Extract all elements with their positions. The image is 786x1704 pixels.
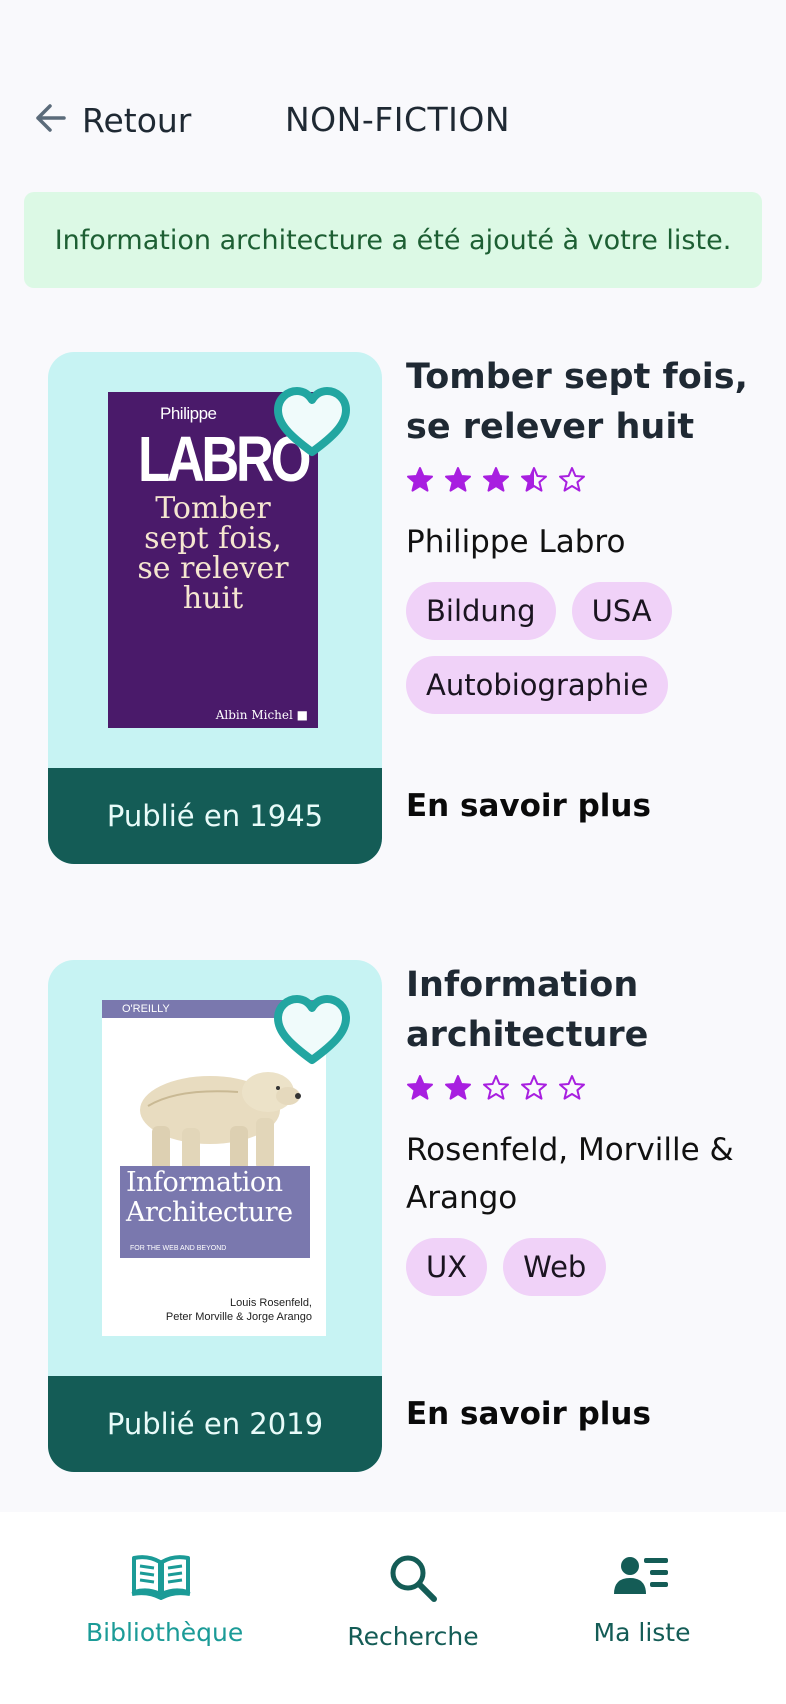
star-rating <box>406 1074 762 1108</box>
cover-subtitle: FOR THE WEB AND BEYOND <box>130 1245 227 1252</box>
heart-icon <box>270 995 354 1072</box>
star-empty-icon <box>520 1074 548 1108</box>
cover-title-line: Information <box>126 1167 283 1198</box>
star-full-icon <box>482 466 510 500</box>
heart-icon <box>270 387 354 464</box>
book-card: O'REILLY Information Architecture FOR TH… <box>48 960 762 1472</box>
nav-label: Recherche <box>347 1622 479 1651</box>
cover-title-line: se relever <box>137 551 289 586</box>
learn-more-link[interactable]: En savoir plus <box>406 788 651 824</box>
nav-label: Ma liste <box>593 1618 691 1647</box>
book-author: Philippe Labro <box>406 524 626 560</box>
tag-chip[interactable]: USA <box>571 582 672 640</box>
star-empty-icon <box>482 1074 510 1108</box>
tag-chip[interactable]: UX <box>406 1238 488 1296</box>
published-text: Publié en 2019 <box>106 1407 324 1441</box>
star-full-icon <box>406 1074 434 1108</box>
published-text: Publié en 1945 <box>106 799 324 833</box>
tag-list: UX Web <box>406 1238 746 1296</box>
book-info: Tomber sept fois, se relever huit Philip… <box>406 352 762 714</box>
cover-title: Tomber sept fois, se relever huit <box>108 494 318 614</box>
book-title: Tomber sept fois, se relever huit <box>406 357 748 447</box>
cover-area: Philippe LABRO Tomber sept fois, se rele… <box>48 352 382 768</box>
tag-chip[interactable]: Bildung <box>406 582 556 640</box>
cover-title-line: sept fois, <box>144 521 282 556</box>
tag-chip[interactable]: Web <box>503 1238 607 1296</box>
header: Retour NON-FICTION <box>0 92 786 148</box>
book-author: Rosenfeld, Morville & Arango <box>406 1132 734 1216</box>
cover-author-line: Peter Morville & Jorge Arango <box>165 1311 312 1323</box>
cover-title: Information Architecture <box>126 1168 293 1228</box>
star-full-icon <box>444 1074 472 1108</box>
book-info: Information architecture Rosenfeld, Morv… <box>406 960 762 1296</box>
notice-text: Information architecture a été ajouté à … <box>54 224 732 256</box>
page-title: NON-FICTION <box>285 100 511 139</box>
back-button[interactable]: Retour <box>28 92 191 148</box>
published-footer: Publié en 1945 <box>48 768 382 864</box>
cover-title-band: Information Architecture FOR THE WEB AND… <box>120 1166 310 1258</box>
user-list-icon <box>572 1552 712 1600</box>
star-full-icon <box>444 466 472 500</box>
book-open-icon <box>86 1552 236 1600</box>
cover-title-line: huit <box>182 581 244 616</box>
published-footer: Publié en 2019 <box>48 1376 382 1472</box>
nav-label: Bibliothèque <box>86 1618 244 1647</box>
star-empty-icon <box>558 1074 586 1108</box>
book-card: Philippe LABRO Tomber sept fois, se rele… <box>48 352 762 864</box>
arrow-left-icon <box>28 98 68 142</box>
tag-chip[interactable]: Autobiographie <box>406 656 669 714</box>
cover-publisher: Albin Michel ■ <box>215 708 308 722</box>
cover-authors: Louis Rosenfeld, Peter Morville & Jorge … <box>166 1296 312 1324</box>
nav-item-my-list[interactable]: Ma liste <box>572 1552 712 1647</box>
cover-author-line: Louis Rosenfeld, <box>230 1297 312 1309</box>
favorite-button[interactable] <box>270 382 354 460</box>
favorite-button[interactable] <box>270 990 354 1068</box>
cover-card[interactable]: O'REILLY Information Architecture FOR TH… <box>48 960 382 1472</box>
bottom-nav: Bibliothèque Recherche Ma liste <box>0 1512 786 1704</box>
search-icon <box>338 1552 488 1604</box>
cover-title-line: Architecture <box>126 1197 293 1228</box>
learn-more-link[interactable]: En savoir plus <box>406 1396 651 1432</box>
back-label: Retour <box>82 100 192 140</box>
nav-item-library[interactable]: Bibliothèque <box>86 1552 244 1647</box>
cover-publisher-text: Albin Michel <box>215 708 293 722</box>
star-half-icon <box>520 466 548 500</box>
tag-list: Bildung USA Autobiographie <box>406 582 746 714</box>
book-title: Information architecture <box>406 965 649 1055</box>
success-notice: Information architecture a été ajouté à … <box>24 192 762 288</box>
star-empty-icon <box>558 466 586 500</box>
star-rating <box>406 466 762 500</box>
cover-author-first: Philippe <box>160 404 217 423</box>
star-full-icon <box>406 466 434 500</box>
cover-title-line: Tomber <box>155 491 271 526</box>
nav-item-search[interactable]: Recherche <box>338 1552 488 1651</box>
cover-card[interactable]: Philippe LABRO Tomber sept fois, se rele… <box>48 352 382 864</box>
cover-area: O'REILLY Information Architecture FOR TH… <box>48 960 382 1376</box>
